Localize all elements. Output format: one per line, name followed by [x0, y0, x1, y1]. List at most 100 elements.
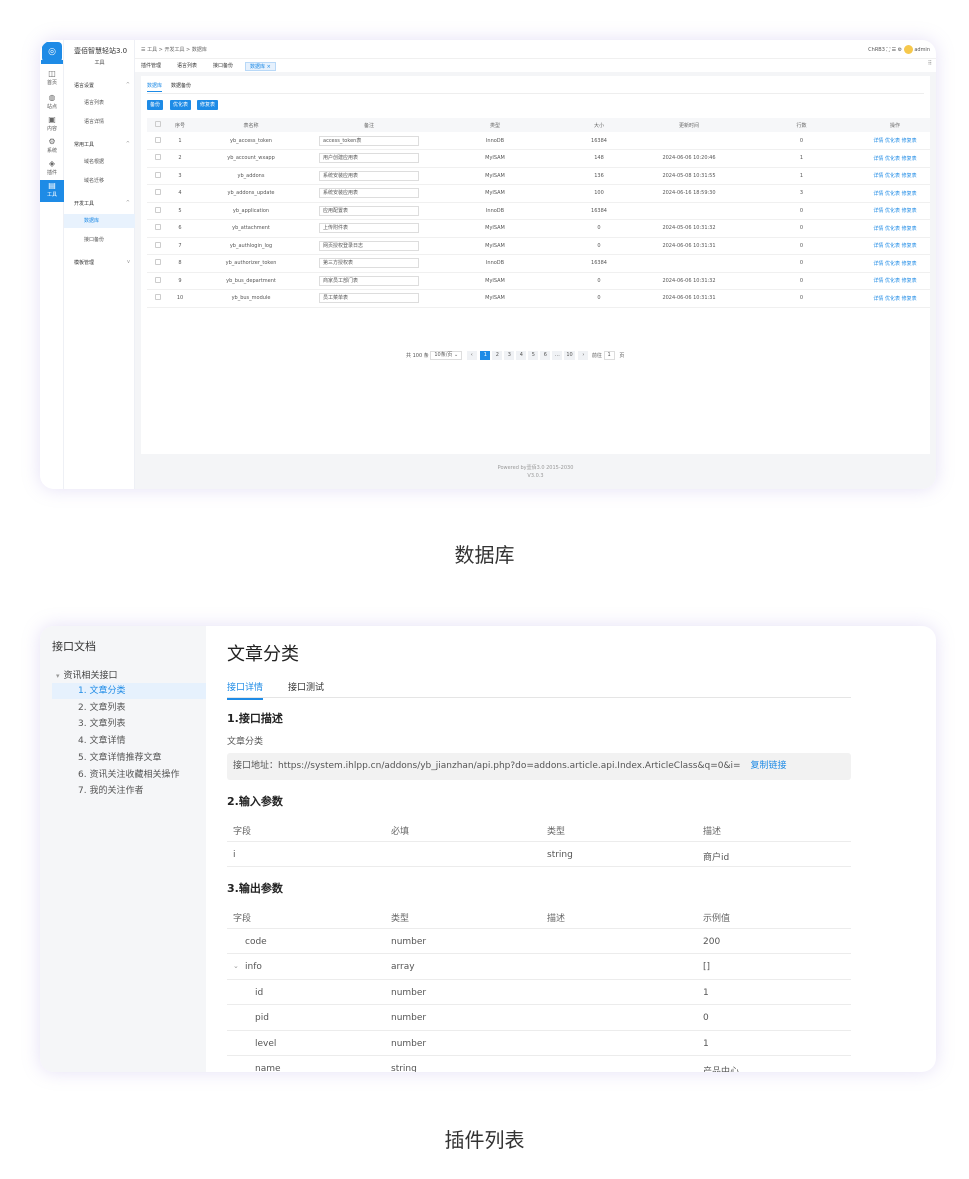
- page-button[interactable]: 1: [480, 351, 491, 360]
- detail-link[interactable]: 详情: [873, 296, 883, 302]
- detail-link[interactable]: 详情: [873, 243, 883, 249]
- sidebar-item-language-list[interactable]: 语言列表: [64, 96, 135, 110]
- checkbox[interactable]: [155, 224, 161, 231]
- checkbox[interactable]: [155, 189, 161, 196]
- doc-group[interactable]: ▾ 资讯相关接口: [56, 668, 118, 681]
- rail-item-system[interactable]: ⚙ 系统: [40, 136, 64, 158]
- rail-item-content[interactable]: ▣ 内容: [40, 114, 64, 136]
- row-select[interactable]: [147, 184, 169, 203]
- page-button[interactable]: 5: [528, 351, 539, 360]
- backup-button[interactable]: 备份: [147, 100, 164, 110]
- repair-link[interactable]: 修复表: [902, 173, 917, 179]
- remark-input[interactable]: 用户创建应用表: [319, 153, 419, 164]
- repair-link[interactable]: 修复表: [902, 208, 917, 214]
- row-select[interactable]: [147, 167, 169, 185]
- detail-link[interactable]: 详情: [873, 138, 883, 144]
- prev-page-button[interactable]: ‹: [466, 351, 477, 360]
- sidebar-item-language-detail[interactable]: 语言详情: [64, 115, 135, 129]
- optimize-link[interactable]: 优化表: [885, 226, 900, 232]
- tab-api-test[interactable]: 接口测试: [288, 680, 324, 693]
- optimize-link[interactable]: 优化表: [885, 261, 900, 267]
- goto-input[interactable]: 1: [603, 351, 615, 360]
- page-button[interactable]: 2: [492, 351, 503, 360]
- checkbox[interactable]: [155, 136, 161, 143]
- remark-input[interactable]: 第三方授权表: [319, 258, 419, 269]
- doc-nav-item[interactable]: 7. 我的关注作者: [52, 783, 206, 799]
- sidebar-item-domain[interactable]: 域名根据: [64, 155, 135, 169]
- optimize-link[interactable]: 优化表: [885, 278, 900, 284]
- doc-nav-item[interactable]: 4. 文章详情: [52, 733, 206, 749]
- detail-link[interactable]: 详情: [873, 191, 883, 197]
- group-common-tools[interactable]: 常用工具 ^: [74, 141, 130, 148]
- remark-input[interactable]: 系统安装应用表: [319, 188, 419, 199]
- doc-nav-item[interactable]: 6. 资讯关注收藏相关操作: [52, 767, 206, 783]
- repair-link[interactable]: 修复表: [902, 296, 917, 302]
- repair-link[interactable]: 修复表: [902, 261, 917, 267]
- repair-button[interactable]: 修复表: [197, 100, 219, 110]
- tab-database-inner[interactable]: 数据库: [147, 82, 163, 92]
- page-size-select[interactable]: 10条/页 ⌄: [430, 351, 463, 360]
- sidebar-item-api-backup[interactable]: 接口备份: [64, 233, 135, 247]
- remark-input[interactable]: 商家员工部门表: [319, 275, 419, 286]
- detail-link[interactable]: 详情: [873, 208, 883, 214]
- checkbox[interactable]: [155, 241, 161, 248]
- remark-input[interactable]: 系统安装应用表: [319, 170, 419, 181]
- rail-item-home[interactable]: ◫ 首页: [40, 68, 64, 90]
- select-all[interactable]: [147, 118, 169, 132]
- group-language[interactable]: 语言设置 ^: [74, 82, 130, 89]
- tab-api-backup[interactable]: 接口备份: [209, 62, 237, 71]
- copy-link-button[interactable]: 复制链接: [751, 761, 787, 771]
- remark-input[interactable]: 网页授权登录日志: [319, 240, 419, 251]
- page-button[interactable]: 3: [504, 351, 515, 360]
- remark-input[interactable]: 应用配置表: [319, 205, 419, 216]
- page-button[interactable]: 10: [564, 351, 575, 360]
- remark-input[interactable]: 上传附件表: [319, 223, 419, 234]
- checkbox[interactable]: [155, 206, 161, 213]
- sidebar-item-domain-migrate[interactable]: 域名迁移: [64, 174, 135, 188]
- checkbox[interactable]: [155, 276, 161, 283]
- optimize-link[interactable]: 优化表: [885, 138, 900, 144]
- optimize-link[interactable]: 优化表: [885, 156, 900, 162]
- doc-nav-item[interactable]: 3. 文章列表: [52, 716, 206, 732]
- row-select[interactable]: [147, 149, 169, 168]
- detail-link[interactable]: 详情: [873, 156, 883, 162]
- detail-link[interactable]: 详情: [873, 261, 883, 267]
- top-toolbar-icons[interactable]: ChRB3 ⛶ ☰ ⚙: [868, 47, 902, 53]
- table-row[interactable]: ⌄ info array []: [227, 954, 851, 980]
- detail-link[interactable]: 详情: [873, 226, 883, 232]
- avatar[interactable]: [903, 45, 913, 54]
- row-select[interactable]: [147, 254, 169, 273]
- group-template[interactable]: 模板管理 v: [74, 259, 130, 266]
- optimize-link[interactable]: 优化表: [885, 243, 900, 249]
- page-button[interactable]: …: [552, 351, 563, 360]
- admin-name[interactable]: admin: [914, 47, 930, 53]
- checkbox[interactable]: [155, 171, 161, 178]
- row-select[interactable]: [147, 202, 169, 220]
- tab-plugins[interactable]: 插件管理: [137, 62, 165, 71]
- optimize-link[interactable]: 优化表: [885, 173, 900, 179]
- optimize-link[interactable]: 优化表: [885, 191, 900, 197]
- checkbox[interactable]: [155, 259, 161, 266]
- page-button[interactable]: 6: [540, 351, 551, 360]
- detail-link[interactable]: 详情: [873, 278, 883, 284]
- doc-nav-item[interactable]: 2. 文章列表: [52, 700, 206, 716]
- remark-input[interactable]: access_token表: [319, 135, 419, 146]
- row-select[interactable]: [147, 132, 169, 150]
- optimize-link[interactable]: 优化表: [885, 208, 900, 214]
- rail-item-site[interactable]: ◍ 站点: [40, 92, 64, 114]
- row-select[interactable]: [147, 219, 169, 238]
- apps-grid-icon[interactable]: ⠿: [928, 60, 932, 67]
- checkbox[interactable]: [155, 154, 161, 161]
- sidebar-item-database[interactable]: 数据库: [64, 214, 135, 228]
- checkbox[interactable]: [155, 294, 161, 301]
- row-select[interactable]: [147, 272, 169, 290]
- repair-link[interactable]: 修复表: [902, 226, 917, 232]
- doc-nav-item[interactable]: 5. 文章详情推荐文章: [52, 750, 206, 766]
- tab-database[interactable]: 数据库 ×: [245, 62, 276, 71]
- optimize-link[interactable]: 优化表: [885, 296, 900, 302]
- checkbox[interactable]: [155, 121, 161, 127]
- rail-item-plugins[interactable]: ◈ 插件: [40, 158, 64, 180]
- repair-link[interactable]: 修复表: [902, 191, 917, 197]
- repair-link[interactable]: 修复表: [902, 138, 917, 144]
- repair-link[interactable]: 修复表: [902, 243, 917, 249]
